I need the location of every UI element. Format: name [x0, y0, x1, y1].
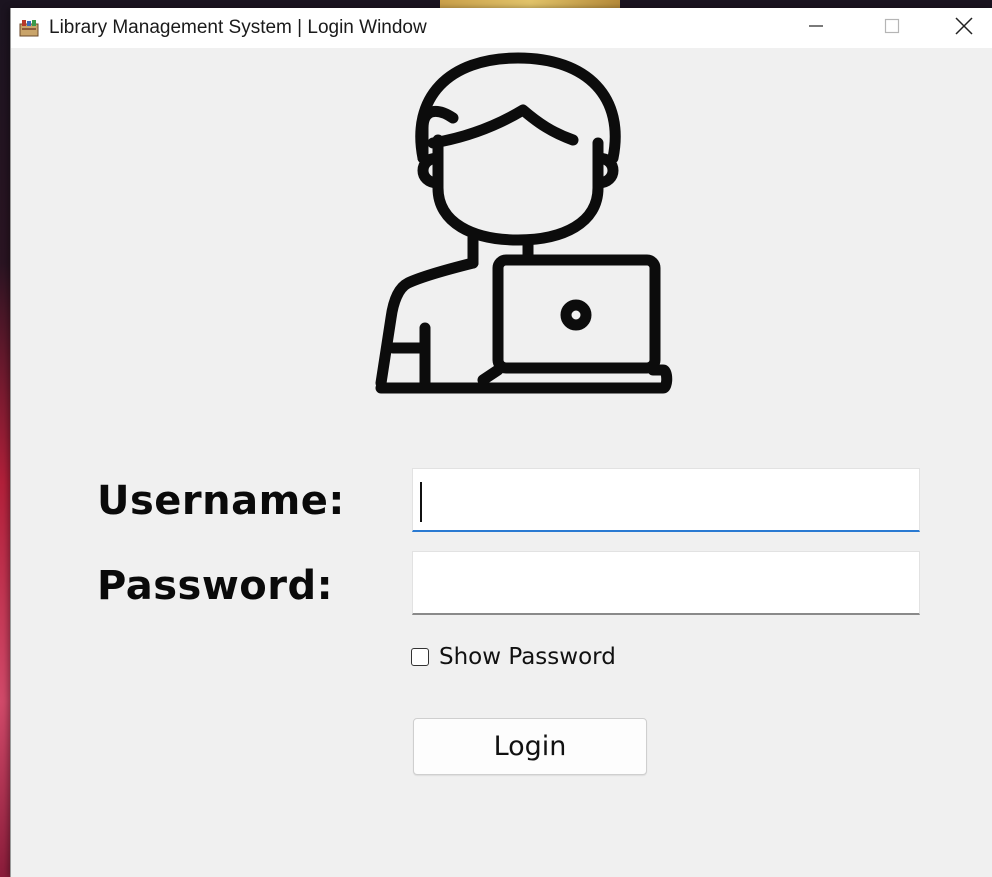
- username-input[interactable]: [412, 468, 920, 532]
- text-caret: [420, 482, 422, 522]
- login-button[interactable]: Login: [413, 718, 647, 775]
- show-password-toggle[interactable]: Show Password: [411, 644, 616, 670]
- title-bar[interactable]: Library Management System | Login Window: [11, 8, 992, 48]
- show-password-checkbox[interactable]: [411, 648, 429, 666]
- app-books-icon: [19, 18, 39, 37]
- username-label: Username:: [97, 478, 345, 524]
- password-label: Password:: [97, 563, 334, 609]
- desktop-background: [440, 0, 620, 8]
- maximize-icon: [884, 18, 900, 39]
- login-form-area: Username: Password: Show Password Login: [11, 48, 992, 877]
- show-password-label: Show Password: [439, 644, 616, 670]
- minimize-button[interactable]: [781, 8, 851, 48]
- login-window: Library Management System | Login Window: [10, 8, 992, 877]
- close-icon: [955, 16, 973, 40]
- password-input[interactable]: [412, 551, 920, 615]
- window-title: Library Management System | Login Window: [49, 17, 427, 38]
- minimize-icon: [808, 18, 824, 39]
- maximize-button[interactable]: [857, 8, 927, 48]
- user-with-laptop-icon: [363, 48, 673, 398]
- close-button[interactable]: [935, 8, 992, 48]
